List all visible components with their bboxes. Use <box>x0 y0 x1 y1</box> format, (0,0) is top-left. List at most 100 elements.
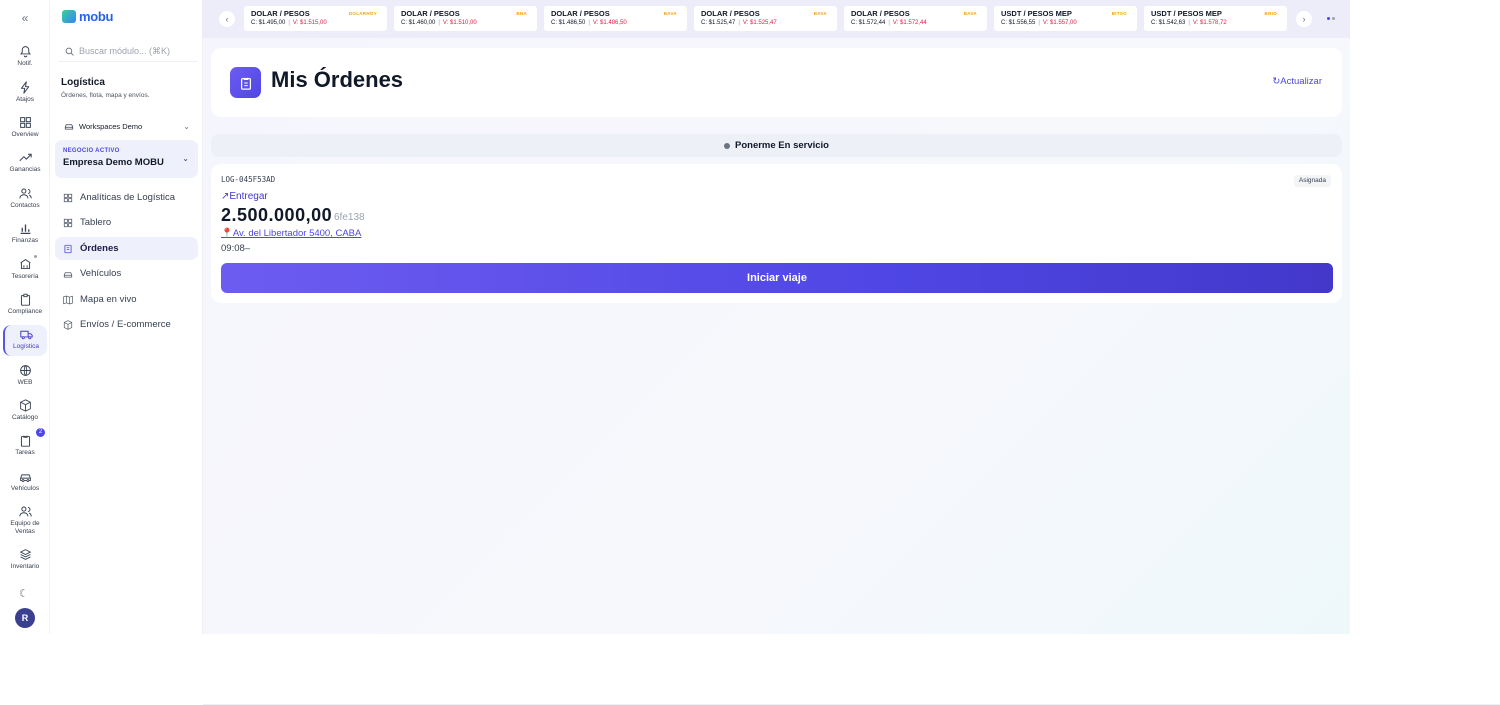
order-action-link[interactable]: ↗Entregar <box>221 191 268 202</box>
ticker-values: C: $1.556,55 | V: $1.557,00 <box>1001 20 1130 26</box>
rail-item-overview[interactable]: Overview <box>3 113 47 144</box>
collapse-rail-icon[interactable]: « <box>18 11 32 25</box>
rail-label: Tareas <box>15 449 35 456</box>
module-sidebar: mobu Buscar módulo... (⌘K) Logística Órd… <box>50 0 203 634</box>
rail-label: Logística <box>12 343 40 350</box>
ticker-values: C: $1.495,00 | V: $1.515,00 <box>251 20 380 26</box>
ticker-next-button[interactable]: › <box>1296 11 1312 27</box>
rail-item-finanzas[interactable]: Finanzas <box>3 219 47 250</box>
ticker-sell: V: $1.572,44 <box>892 20 927 26</box>
refresh-button[interactable]: ↻Actualizar <box>1272 76 1322 87</box>
module-title: Logística <box>61 77 105 88</box>
ticker-pagination[interactable] <box>1327 17 1335 20</box>
nav-item-envios[interactable]: Envíos / E-commerce <box>55 313 198 336</box>
notification-dot <box>34 255 37 258</box>
ticker-buy: C: $1.525,47 <box>701 20 736 26</box>
rail-item-web[interactable]: WEB <box>3 361 47 392</box>
ticker-source: BITSO <box>1111 11 1127 16</box>
ticker-separator: | <box>438 20 440 26</box>
pagination-dot <box>1327 17 1330 20</box>
active-business-selector[interactable]: NEGOCIO ACTIVO Empresa Demo MOBU ⌄ <box>55 140 198 178</box>
rail-item-tareas[interactable]: 2 Tareas <box>3 428 47 462</box>
ticker-source: BAVA <box>813 11 827 16</box>
dark-mode-icon[interactable]: ☾ <box>19 587 29 600</box>
truck-icon <box>19 330 33 340</box>
start-trip-button[interactable]: Iniciar viaje <box>221 263 1333 293</box>
nav-label: Vehículos <box>80 268 122 279</box>
service-toggle-label: Ponerme En servicio <box>735 140 829 151</box>
ticker-values: C: $1.572,44 | V: $1.572,44 <box>851 20 980 26</box>
business-name: Empresa Demo MOBU <box>63 157 164 168</box>
rail-label: Tesorería <box>11 273 39 280</box>
nav-label: Envíos / E-commerce <box>80 319 171 330</box>
module-subtitle: Órdenes, flota, mapa y envíos. <box>61 92 150 99</box>
search-placeholder: Buscar módulo... (⌘K) <box>79 46 171 56</box>
ticker-card: DOLAR / PESOS BAVA C: $1.486,50 | V: $1.48… <box>544 6 687 31</box>
status-badge: Asignada <box>1293 175 1331 187</box>
ticker-sell: V: $1.557,00 <box>1042 20 1077 26</box>
bar-chart-icon <box>20 224 30 235</box>
brand-logo[interactable]: mobu <box>62 9 113 24</box>
rail-item-ganancias[interactable]: Ganancias <box>3 148 47 179</box>
nav-item-analiticas[interactable]: Analíticas de Logística <box>55 186 198 209</box>
rail-label: Atajos <box>15 96 35 103</box>
page-header: Mis Órdenes ↻Actualizar <box>211 48 1342 117</box>
ticker-pair: DOLAR / PESOS <box>401 9 460 18</box>
nav-label: Órdenes <box>80 243 119 254</box>
nav-item-tablero[interactable]: Tablero <box>55 211 198 234</box>
ticker-source: BRIO <box>1264 11 1277 16</box>
nav-item-mapa[interactable]: Mapa en vivo <box>55 288 198 311</box>
ticker-buy: C: $1.486,50 <box>551 20 586 26</box>
ticker-separator: | <box>1038 20 1040 26</box>
ticker-pair: USDT / PESOS MEP <box>1151 9 1222 18</box>
rail-item-equipo-ventas[interactable]: Equipo de Ventas <box>3 502 47 540</box>
rail-item-vehiculos[interactable]: Vehículos <box>3 467 47 498</box>
refresh-label: Actualizar <box>1280 76 1322 87</box>
exchange-ticker: ‹ DOLAR / PESOS DOLARHOY C: $1.495,00 | V:… <box>203 0 1350 38</box>
bell-icon <box>19 46 31 58</box>
workspace-name: Workspaces Demo <box>79 121 143 131</box>
rail-item-compliance[interactable]: Compliance <box>3 290 47 321</box>
workspace-selector[interactable]: Workspaces Demo ⌄ <box>58 118 198 134</box>
rail-item-tesoreria[interactable]: Tesorería <box>3 255 47 286</box>
rail-item-notif[interactable]: Notif. <box>3 42 47 73</box>
service-toggle[interactable]: Ponerme En servicio <box>211 134 1342 157</box>
nav-item-vehiculos[interactable]: Vehículos <box>55 262 198 285</box>
tasks-icon <box>20 435 30 447</box>
rail-item-logistica[interactable]: Logística <box>3 325 47 356</box>
order-address-link[interactable]: 📍Av. del Libertador 5400, CABA <box>221 228 361 239</box>
clipboard-icon <box>240 77 251 90</box>
avatar[interactable]: R <box>15 608 35 628</box>
business-label: NEGOCIO ACTIVO <box>63 148 120 154</box>
map-pin-icon: 📍 <box>221 228 233 239</box>
icon-rail: « Notif. Atajos Overview Ganancias Conta… <box>0 0 50 634</box>
board-icon <box>63 218 73 227</box>
ticker-sell: V: $1.578,72 <box>1192 20 1227 26</box>
order-amount: 2.500.000,00 <box>221 205 333 225</box>
bank-icon <box>19 259 31 270</box>
ticker-values: C: $1.460,00 | V: $1.510,00 <box>401 20 530 26</box>
rail-label: Inventario <box>10 563 40 570</box>
rail-label: Overview <box>11 131 39 138</box>
ticker-sell: V: $1.486,50 <box>592 20 627 26</box>
car-icon <box>63 271 73 277</box>
ticker-source: BAVA <box>663 11 677 16</box>
order-address: Av. del Libertador 5400, CABA <box>232 228 362 239</box>
ticker-values: C: $1.542,63 | V: $1.578,72 <box>1151 20 1280 26</box>
nav-label: Analíticas de Logística <box>80 192 176 203</box>
grid-icon <box>19 117 31 128</box>
ticker-prev-button[interactable]: ‹ <box>219 11 235 27</box>
bolt-icon <box>20 81 29 94</box>
nav-label: Mapa en vivo <box>80 294 137 305</box>
ticker-buy: C: $1.542,63 <box>1151 20 1186 26</box>
rail-item-inventario[interactable]: Inventario <box>3 545 47 576</box>
ticker-values: C: $1.486,50 | V: $1.486,50 <box>551 20 680 26</box>
status-dot-icon <box>724 142 730 149</box>
search-input[interactable]: Buscar módulo... (⌘K) <box>58 42 198 62</box>
rail-item-atajos[interactable]: Atajos <box>3 78 47 109</box>
ticker-separator: | <box>738 20 740 26</box>
nav-item-ordenes[interactable]: Órdenes <box>55 237 198 260</box>
rail-item-contactos[interactable]: Contactos <box>3 184 47 215</box>
box-icon <box>19 399 31 412</box>
rail-item-catalogo[interactable]: Catálogo <box>3 396 47 427</box>
